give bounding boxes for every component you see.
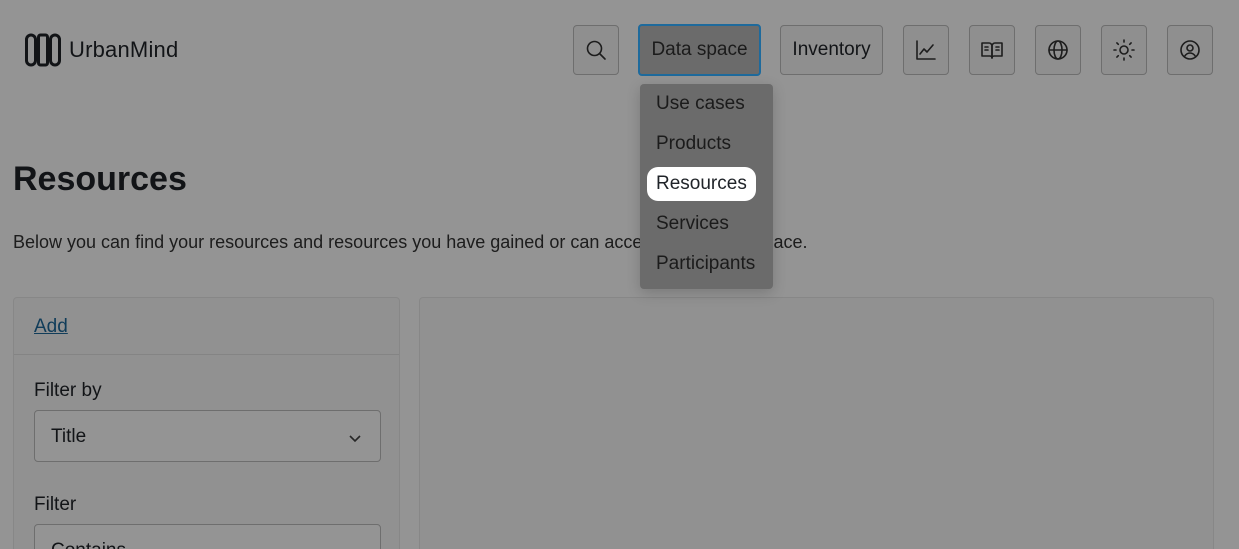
- dropdown-backdrop[interactable]: [0, 0, 1239, 549]
- menu-item-services[interactable]: Services: [648, 208, 737, 240]
- data-space-button[interactable]: Data space: [638, 24, 761, 76]
- menu-item-resources[interactable]: Resources: [648, 168, 755, 200]
- data-space-label: Data space: [651, 39, 748, 60]
- menu-item-participants[interactable]: Participants: [648, 248, 763, 280]
- menu-item-use-cases[interactable]: Use cases: [648, 88, 753, 120]
- menu-item-products[interactable]: Products: [648, 128, 739, 160]
- data-space-menu: Use cases Products Resources Services Pa…: [640, 84, 773, 289]
